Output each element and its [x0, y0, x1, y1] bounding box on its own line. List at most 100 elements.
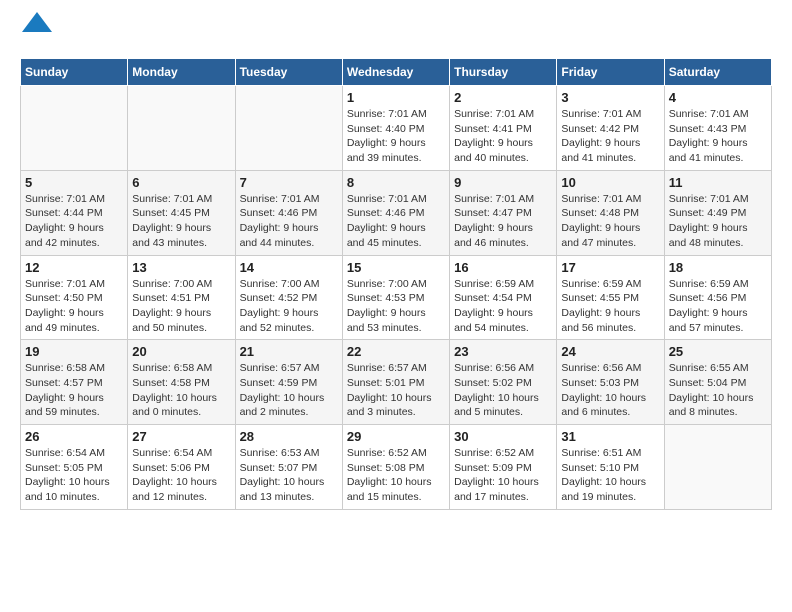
calendar-week-row: 5Sunrise: 7:01 AMSunset: 4:44 PMDaylight… [21, 170, 772, 255]
weekday-header-tuesday: Tuesday [235, 59, 342, 86]
calendar-cell [128, 86, 235, 171]
day-info: Sunrise: 7:01 AMSunset: 4:44 PMDaylight:… [25, 192, 123, 251]
calendar-cell: 24 Sunrise: 6:56 AMSunset: 5:03 PMDayligh… [557, 340, 664, 425]
day-info: Sunrise: 6:59 AMSunset: 4:56 PMDaylight:… [669, 277, 767, 336]
day-number: 15 [347, 260, 445, 275]
day-number: 27 [132, 429, 230, 444]
day-number: 23 [454, 344, 552, 359]
day-number: 6 [132, 175, 230, 190]
day-number: 3 [561, 90, 659, 105]
weekday-header-thursday: Thursday [450, 59, 557, 86]
day-info: Sunrise: 6:52 AMSunset: 5:08 PMDaylight:… [347, 446, 445, 505]
calendar-cell: 13 Sunrise: 7:00 AMSunset: 4:51 PMDayligh… [128, 255, 235, 340]
calendar-cell: 12 Sunrise: 7:01 AMSunset: 4:50 PMDayligh… [21, 255, 128, 340]
day-info: Sunrise: 6:55 AMSunset: 5:04 PMDaylight:… [669, 361, 767, 420]
day-info: Sunrise: 6:58 AMSunset: 4:57 PMDaylight:… [25, 361, 123, 420]
calendar-cell: 26 Sunrise: 6:54 AMSunset: 5:05 PMDayligh… [21, 425, 128, 510]
day-number: 17 [561, 260, 659, 275]
calendar-cell [21, 86, 128, 171]
day-info: Sunrise: 6:53 AMSunset: 5:07 PMDaylight:… [240, 446, 338, 505]
day-number: 22 [347, 344, 445, 359]
day-info: Sunrise: 6:54 AMSunset: 5:06 PMDaylight:… [132, 446, 230, 505]
day-number: 24 [561, 344, 659, 359]
day-number: 21 [240, 344, 338, 359]
calendar-cell [664, 425, 771, 510]
day-info: Sunrise: 7:01 AMSunset: 4:47 PMDaylight:… [454, 192, 552, 251]
calendar-cell: 27 Sunrise: 6:54 AMSunset: 5:06 PMDayligh… [128, 425, 235, 510]
day-info: Sunrise: 7:01 AMSunset: 4:48 PMDaylight:… [561, 192, 659, 251]
day-info: Sunrise: 7:01 AMSunset: 4:50 PMDaylight:… [25, 277, 123, 336]
day-info: Sunrise: 7:01 AMSunset: 4:49 PMDaylight:… [669, 192, 767, 251]
day-number: 18 [669, 260, 767, 275]
day-info: Sunrise: 7:00 AMSunset: 4:53 PMDaylight:… [347, 277, 445, 336]
weekday-header-saturday: Saturday [664, 59, 771, 86]
day-number: 13 [132, 260, 230, 275]
day-info: Sunrise: 7:01 AMSunset: 4:46 PMDaylight:… [347, 192, 445, 251]
calendar-cell: 31Sunrise: 6:51 AMSunset: 5:10 PMDayligh… [557, 425, 664, 510]
day-info: Sunrise: 7:01 AMSunset: 4:41 PMDaylight:… [454, 107, 552, 166]
calendar-week-row: 1Sunrise: 7:01 AMSunset: 4:40 PMDaylight… [21, 86, 772, 171]
calendar-cell: 2 Sunrise: 7:01 AMSunset: 4:41 PMDaylight… [450, 86, 557, 171]
calendar-cell: 16 Sunrise: 6:59 AMSunset: 4:54 PMDayligh… [450, 255, 557, 340]
calendar-cell: 17 Sunrise: 6:59 AMSunset: 4:55 PMDayligh… [557, 255, 664, 340]
day-info: Sunrise: 6:59 AMSunset: 4:54 PMDaylight:… [454, 277, 552, 336]
day-number: 10 [561, 175, 659, 190]
calendar-cell: 22 Sunrise: 6:57 AMSunset: 5:01 PMDayligh… [342, 340, 449, 425]
day-info: Sunrise: 7:01 AMSunset: 4:42 PMDaylight:… [561, 107, 659, 166]
weekday-header-friday: Friday [557, 59, 664, 86]
day-number: 12 [25, 260, 123, 275]
day-number: 4 [669, 90, 767, 105]
day-info: Sunrise: 6:59 AMSunset: 4:55 PMDaylight:… [561, 277, 659, 336]
calendar-table: SundayMondayTuesdayWednesdayThursdayFrid… [20, 58, 772, 510]
calendar-cell: 6 Sunrise: 7:01 AMSunset: 4:45 PMDaylight… [128, 170, 235, 255]
day-info: Sunrise: 6:56 AMSunset: 5:03 PMDaylight:… [561, 361, 659, 420]
day-number: 31 [561, 429, 659, 444]
day-info: Sunrise: 6:57 AMSunset: 5:01 PMDaylight:… [347, 361, 445, 420]
calendar-cell: 18 Sunrise: 6:59 AMSunset: 4:56 PMDayligh… [664, 255, 771, 340]
day-info: Sunrise: 6:54 AMSunset: 5:05 PMDaylight:… [25, 446, 123, 505]
calendar-cell: 4 Sunrise: 7:01 AMSunset: 4:43 PMDaylight… [664, 86, 771, 171]
calendar-week-row: 26 Sunrise: 6:54 AMSunset: 5:05 PMDayligh… [21, 425, 772, 510]
calendar-cell: 20Sunrise: 6:58 AMSunset: 4:58 PMDayligh… [128, 340, 235, 425]
calendar-cell: 7 Sunrise: 7:01 AMSunset: 4:46 PMDaylight… [235, 170, 342, 255]
day-number: 29 [347, 429, 445, 444]
calendar-cell: 14Sunrise: 7:00 AMSunset: 4:52 PMDayligh… [235, 255, 342, 340]
day-number: 25 [669, 344, 767, 359]
calendar-cell: 23Sunrise: 6:56 AMSunset: 5:02 PMDayligh… [450, 340, 557, 425]
calendar-cell: 21 Sunrise: 6:57 AMSunset: 4:59 PMDayligh… [235, 340, 342, 425]
day-number: 16 [454, 260, 552, 275]
day-number: 19 [25, 344, 123, 359]
calendar-week-row: 19 Sunrise: 6:58 AMSunset: 4:57 PMDayligh… [21, 340, 772, 425]
day-number: 7 [240, 175, 338, 190]
calendar-cell: 11Sunrise: 7:01 AMSunset: 4:49 PMDayligh… [664, 170, 771, 255]
calendar-cell: 3 Sunrise: 7:01 AMSunset: 4:42 PMDaylight… [557, 86, 664, 171]
day-info: Sunrise: 7:01 AMSunset: 4:43 PMDaylight:… [669, 107, 767, 166]
weekday-header-sunday: Sunday [21, 59, 128, 86]
calendar-cell: 5Sunrise: 7:01 AMSunset: 4:44 PMDaylight… [21, 170, 128, 255]
page-header [20, 20, 772, 42]
day-info: Sunrise: 7:01 AMSunset: 4:45 PMDaylight:… [132, 192, 230, 251]
day-info: Sunrise: 7:00 AMSunset: 4:51 PMDaylight:… [132, 277, 230, 336]
day-info: Sunrise: 7:01 AMSunset: 4:40 PMDaylight:… [347, 107, 445, 166]
calendar-cell [235, 86, 342, 171]
calendar-cell: 28Sunrise: 6:53 AMSunset: 5:07 PMDayligh… [235, 425, 342, 510]
calendar-cell: 19 Sunrise: 6:58 AMSunset: 4:57 PMDayligh… [21, 340, 128, 425]
day-number: 9 [454, 175, 552, 190]
day-number: 2 [454, 90, 552, 105]
day-number: 8 [347, 175, 445, 190]
calendar-cell: 15 Sunrise: 7:00 AMSunset: 4:53 PMDayligh… [342, 255, 449, 340]
day-info: Sunrise: 7:01 AMSunset: 4:46 PMDaylight:… [240, 192, 338, 251]
day-info: Sunrise: 6:57 AMSunset: 4:59 PMDaylight:… [240, 361, 338, 420]
calendar-cell: 10 Sunrise: 7:01 AMSunset: 4:48 PMDayligh… [557, 170, 664, 255]
day-number: 14 [240, 260, 338, 275]
calendar-cell: 1Sunrise: 7:01 AMSunset: 4:40 PMDaylight… [342, 86, 449, 171]
weekday-header-wednesday: Wednesday [342, 59, 449, 86]
calendar-cell: 9 Sunrise: 7:01 AMSunset: 4:47 PMDaylight… [450, 170, 557, 255]
calendar-cell: 29 Sunrise: 6:52 AMSunset: 5:08 PMDayligh… [342, 425, 449, 510]
day-info: Sunrise: 6:52 AMSunset: 5:09 PMDaylight:… [454, 446, 552, 505]
calendar-header-row: SundayMondayTuesdayWednesdayThursdayFrid… [21, 59, 772, 86]
logo-icon [22, 12, 52, 32]
weekday-header-monday: Monday [128, 59, 235, 86]
day-number: 20 [132, 344, 230, 359]
day-number: 26 [25, 429, 123, 444]
